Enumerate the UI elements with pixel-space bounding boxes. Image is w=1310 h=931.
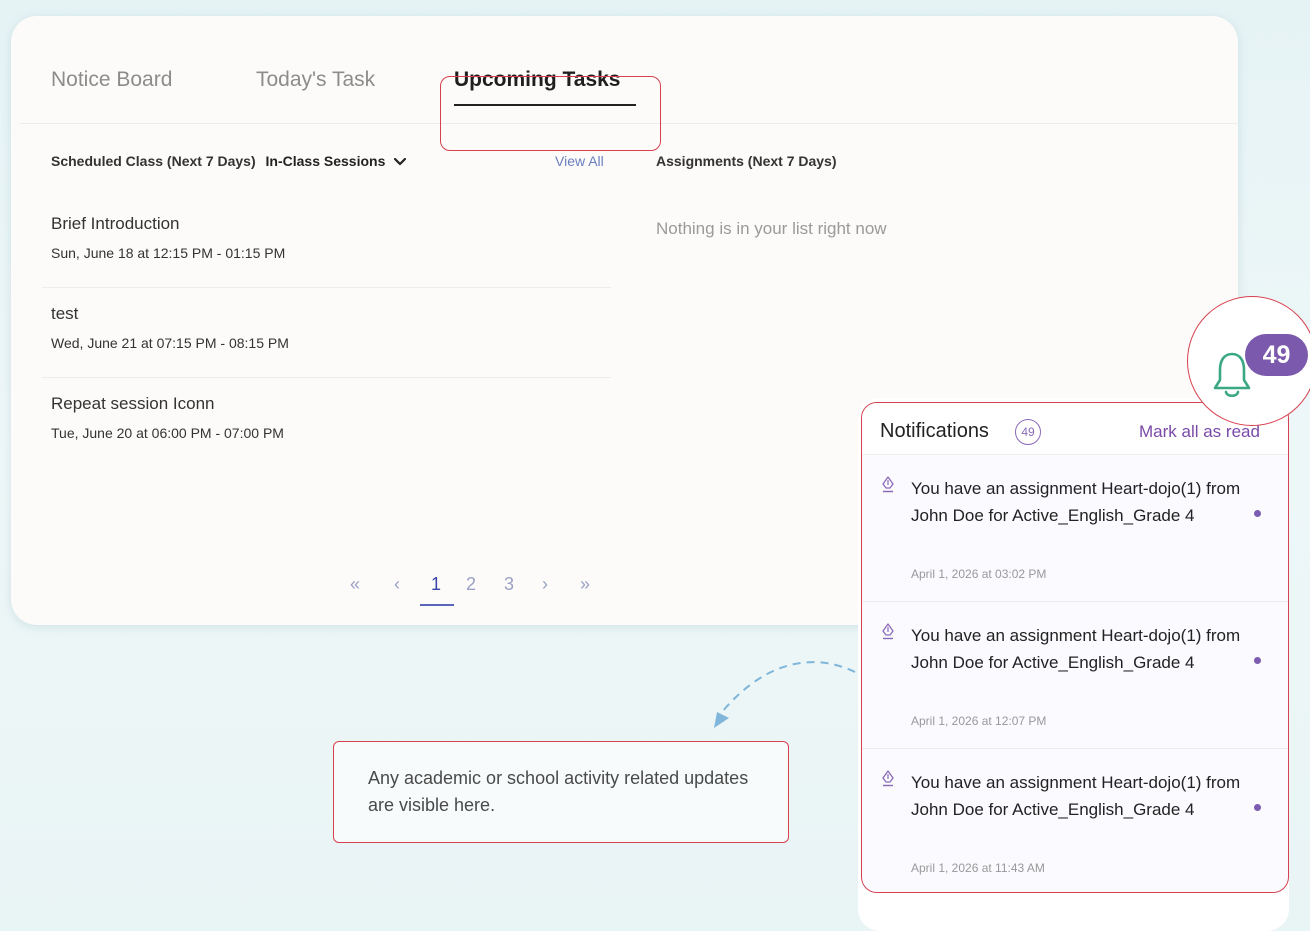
notification-item[interactable]: You have an assignment Heart-dojo(1) fro… [862,455,1288,602]
session-item[interactable]: Brief Introduction Sun, June 18 at 12:15… [42,198,611,288]
session-time: Wed, June 21 at 07:15 PM - 08:15 PM [51,335,289,351]
session-time: Tue, June 20 at 06:00 PM - 07:00 PM [51,425,284,441]
session-item[interactable]: Repeat session Iconn Tue, June 20 at 06:… [42,378,611,468]
assignments-heading: Assignments (Next 7 Days) [656,153,837,169]
page-2-button[interactable]: 2 [466,574,476,595]
annotation-text: Any academic or school activity related … [368,768,749,815]
tab-notice-board[interactable]: Notice Board [51,68,172,92]
next-page-button[interactable]: › [542,574,548,595]
session-title: test [51,304,79,323]
tab-upcoming-tasks[interactable]: Upcoming Tasks [454,68,620,92]
unread-dot [1254,804,1261,811]
notification-item[interactable]: You have an assignment Heart-dojo(1) fro… [862,749,1288,892]
prev-page-button[interactable]: ‹ [394,574,400,595]
unread-dot [1254,657,1261,664]
notification-item[interactable]: You have an assignment Heart-dojo(1) fro… [862,602,1288,749]
scheduled-class-heading: Scheduled Class (Next 7 Days) In-Class S… [51,153,407,169]
page-1-button[interactable]: 1 [431,574,441,595]
notification-time: April 1, 2026 at 11:43 AM [911,861,1045,875]
callout-arrow [714,661,856,728]
unread-dot [1254,510,1261,517]
tab-bar: Notice Board Today's Task Upcoming Tasks [20,46,1238,151]
active-tab-indicator [454,104,636,106]
assignments-empty-message: Nothing is in your list right now [656,219,887,238]
notification-time: April 1, 2026 at 12:07 PM [911,714,1047,728]
chevron-down-icon [394,158,407,166]
session-type-dropdown[interactable]: In-Class Sessions [266,153,408,169]
view-all-link[interactable]: View All [555,153,604,169]
notification-text: You have an assignment Heart-dojo(1) fro… [911,626,1241,672]
notifications-count-badge: 49 [1015,419,1041,445]
notification-text: You have an assignment Heart-dojo(1) fro… [911,479,1241,525]
last-page-button[interactable]: » [580,574,590,595]
current-page-indicator [420,604,454,606]
page-3-button[interactable]: 3 [504,574,514,595]
notifications-panel: Notifications 49 Mark all as read You ha… [861,402,1289,893]
notification-count-badge: 49 [1245,334,1308,376]
first-page-button[interactable]: « [350,574,360,595]
notification-text: You have an assignment Heart-dojo(1) fro… [911,773,1241,819]
session-time: Sun, June 18 at 12:15 PM - 01:15 PM [51,245,286,261]
pen-nib-icon [882,476,894,493]
notifications-title: Notifications [880,420,989,442]
annotation-callout: Any academic or school activity related … [333,741,789,843]
scheduled-class-label: Scheduled Class (Next 7 Days) [51,153,256,169]
session-title: Brief Introduction [51,214,180,233]
notification-time: April 1, 2026 at 03:02 PM [911,567,1047,581]
session-type-value: In-Class Sessions [265,153,386,169]
pen-nib-icon [882,623,894,640]
session-item[interactable]: test Wed, June 21 at 07:15 PM - 08:15 PM [42,288,611,378]
pen-nib-icon [882,770,894,787]
tab-todays-task[interactable]: Today's Task [256,68,375,92]
session-title: Repeat session Iconn [51,394,215,413]
